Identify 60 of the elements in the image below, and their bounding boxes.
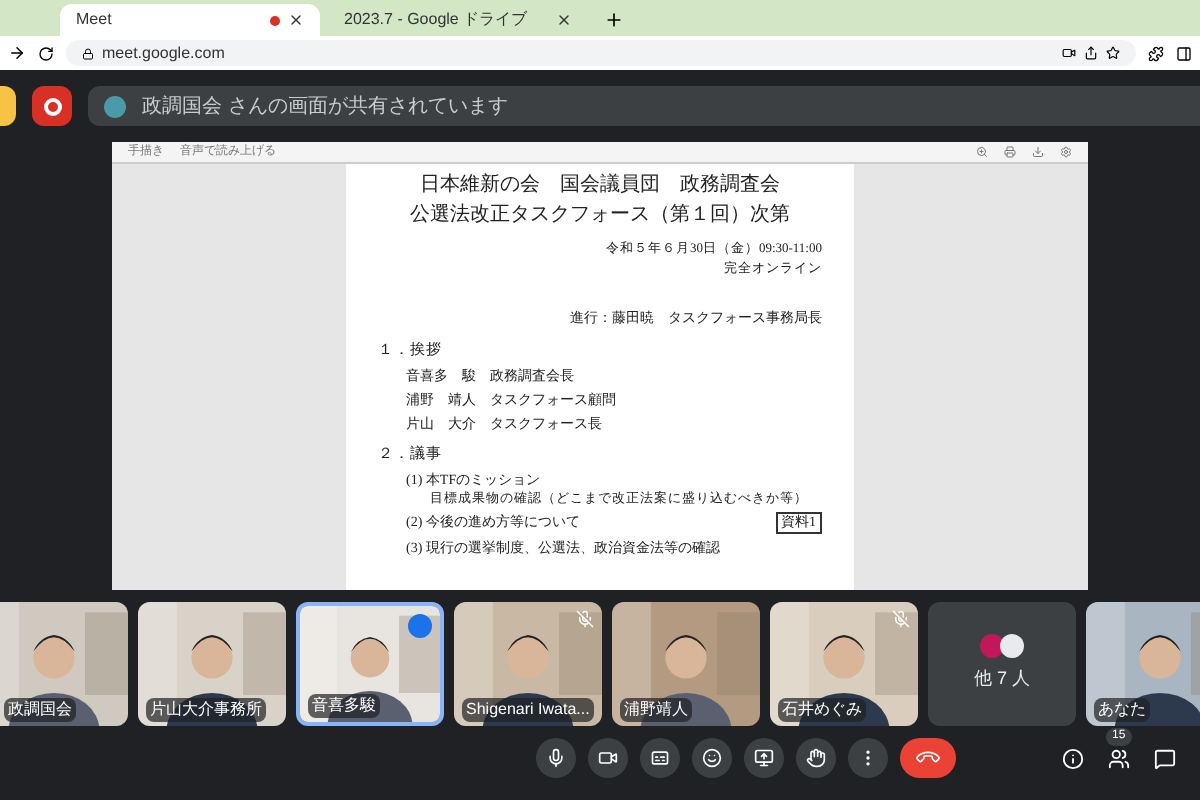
participant-tile[interactable]: Shigenari Iwata... xyxy=(454,602,602,726)
record-icon xyxy=(43,97,61,115)
raise-hand-button[interactable] xyxy=(796,738,836,778)
settings-icon[interactable] xyxy=(1060,146,1072,158)
zoom-icon[interactable] xyxy=(976,146,988,158)
present-button[interactable] xyxy=(744,738,784,778)
side-panel-icon[interactable] xyxy=(1176,45,1192,61)
document-title: 日本維新の会 国会議員団 政務調査会 xyxy=(418,171,782,200)
close-icon[interactable] xyxy=(288,12,304,28)
url-text: meet.google.com xyxy=(102,41,227,65)
present-screen-icon xyxy=(754,748,774,768)
participant-tile[interactable]: 石井めぐみ xyxy=(770,602,918,726)
lock-icon xyxy=(82,47,94,59)
close-icon[interactable] xyxy=(556,12,572,28)
participant-name: 石井めぐみ xyxy=(778,698,866,722)
browser-tab[interactable]: Meet xyxy=(60,4,320,36)
participant-name: 音喜多駿 xyxy=(308,694,380,718)
document-title: 公選法改正タスクフォース（第１回）次第 xyxy=(408,201,792,230)
emoji-icon xyxy=(702,748,722,768)
mic-button[interactable] xyxy=(536,738,576,778)
avatar-icon xyxy=(1000,634,1024,659)
chat-icon[interactable] xyxy=(1154,747,1176,769)
address-bar[interactable]: meet.google.com xyxy=(66,40,1136,66)
participant-tile[interactable]: 政調国会 xyxy=(0,602,128,726)
captions-icon xyxy=(650,748,670,768)
emoji-button[interactable] xyxy=(692,738,732,778)
participant-tile[interactable]: 音喜多駿 xyxy=(296,602,444,726)
mic-icon xyxy=(546,748,566,768)
leave-call-button[interactable] xyxy=(900,738,956,778)
participant-name: Shigenari Iwata... xyxy=(462,698,594,722)
captions-button[interactable] xyxy=(640,738,680,778)
forward-icon[interactable] xyxy=(8,44,26,62)
extensions-icon[interactable] xyxy=(1148,45,1164,61)
share-icon[interactable] xyxy=(1084,46,1098,60)
camera-icon xyxy=(598,748,618,768)
bookmark-star-icon[interactable] xyxy=(1106,46,1120,60)
more-button[interactable] xyxy=(848,738,888,778)
participant-name: 政調国会 xyxy=(4,698,76,722)
participant-name: 他 7 人 xyxy=(973,666,1030,693)
camera-icon[interactable] xyxy=(1062,46,1076,60)
people-icon[interactable] xyxy=(1108,747,1130,769)
participant-name: 片山大介事務所 xyxy=(146,698,266,722)
camera-button[interactable] xyxy=(588,738,628,778)
participant-tile[interactable]: 他 7 人 xyxy=(928,602,1076,726)
participant-name: 浦野靖人 xyxy=(620,698,692,722)
print-icon[interactable] xyxy=(1004,146,1016,158)
record-button[interactable] xyxy=(32,86,72,126)
new-tab-icon[interactable] xyxy=(604,10,624,30)
hand-icon xyxy=(806,748,826,768)
info-icon[interactable] xyxy=(1062,747,1084,769)
avatar-icon xyxy=(104,95,126,117)
reload-icon[interactable] xyxy=(38,45,54,61)
participant-tile[interactable]: あなた xyxy=(1086,602,1200,726)
participant-name: あなた xyxy=(1094,698,1150,722)
download-icon[interactable] xyxy=(1032,146,1044,158)
participant-tile[interactable]: 浦野靖人 xyxy=(612,602,760,726)
avatar-icon xyxy=(980,634,1004,659)
participant-tile[interactable]: 片山大介事務所 xyxy=(138,602,286,726)
side-button[interactable] xyxy=(0,86,16,126)
share-message: 政調国会 さんの画面が共有されています xyxy=(142,93,508,121)
